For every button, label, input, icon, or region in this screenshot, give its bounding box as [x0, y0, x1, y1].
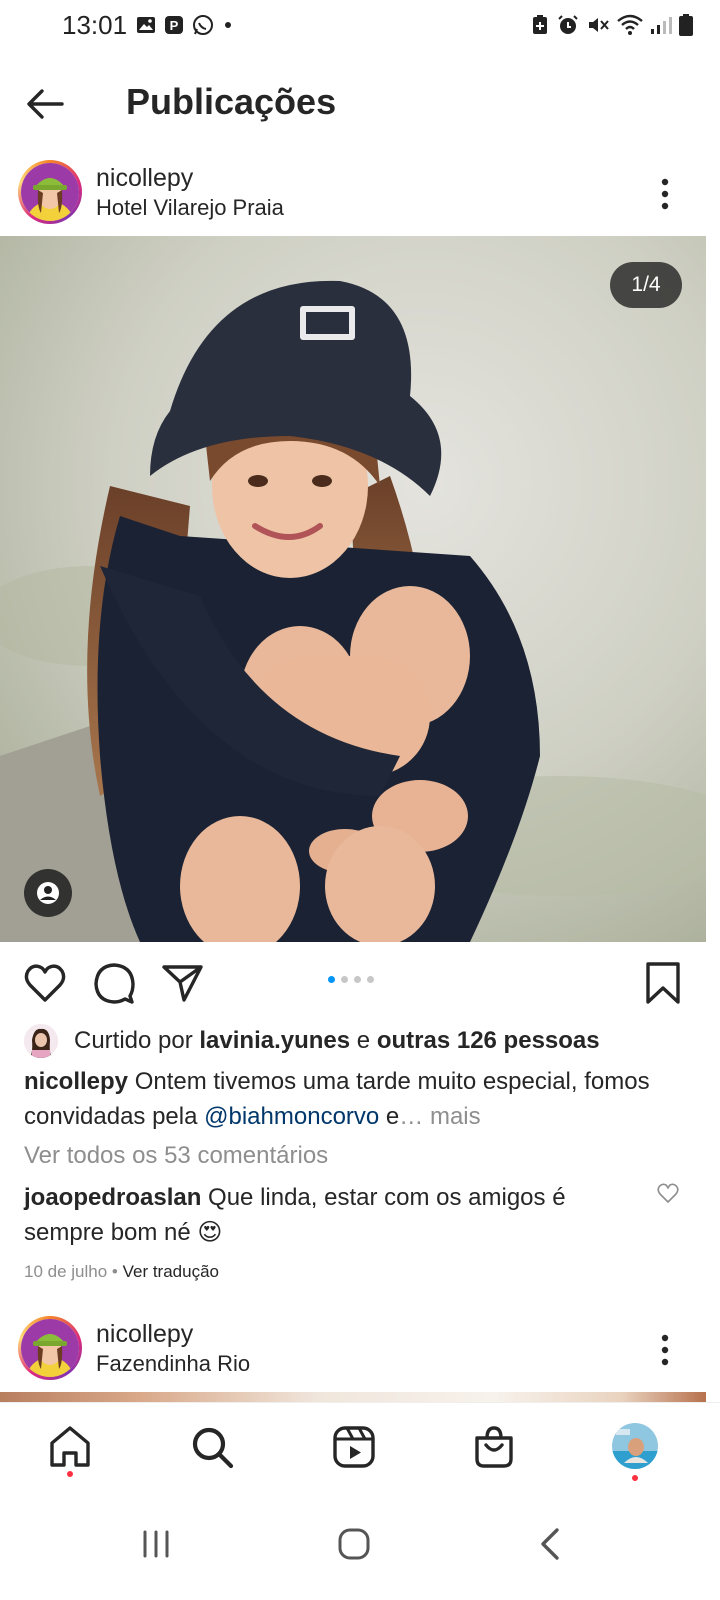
liked-by-user[interactable]: lavinia.yunes — [199, 1027, 350, 1054]
bookmark-icon — [640, 960, 686, 1006]
post-username[interactable]: nicollepy — [96, 164, 193, 193]
status-system-icons — [530, 13, 694, 37]
home-icon — [46, 1423, 94, 1471]
post-meta: 10 de julho • Ver tradução — [24, 1262, 219, 1282]
carousel-dot — [367, 976, 374, 983]
back-chevron-icon — [528, 1520, 576, 1568]
post-avatar[interactable] — [18, 160, 82, 224]
post-options-button[interactable] — [650, 1330, 680, 1370]
carousel-dot — [341, 976, 348, 983]
meta-separator: • — [107, 1262, 123, 1281]
comment-item: joaopedroaslan Que linda, estar com os a… — [24, 1180, 634, 1250]
profile-notification-dot — [632, 1475, 638, 1481]
comment-like-button[interactable] — [656, 1182, 680, 1204]
comment-icon — [92, 960, 138, 1006]
parking-app-icon: P — [164, 15, 184, 35]
like-button[interactable] — [22, 960, 68, 1006]
post-username[interactable]: nicollepy — [96, 1320, 193, 1349]
post-caption: nicollepy Ontem tivemos uma tarde muito … — [24, 1064, 674, 1134]
alarm-icon — [556, 13, 580, 37]
tagged-people-button[interactable] — [24, 869, 72, 917]
view-all-comments-link[interactable]: Ver todos os 53 comentários — [24, 1142, 328, 1170]
search-icon — [188, 1423, 236, 1471]
likes-others[interactable]: outras 126 pessoas — [377, 1027, 600, 1054]
app-bar: Publicações — [0, 62, 720, 146]
likes-join: e — [350, 1027, 377, 1054]
avatar-image — [21, 163, 79, 221]
system-navigation-bar — [0, 1490, 720, 1600]
post-options-button[interactable] — [650, 174, 680, 214]
svg-text:P: P — [170, 18, 179, 33]
nav-search[interactable] — [188, 1423, 236, 1471]
arrow-left-icon — [22, 82, 74, 126]
whatsapp-icon — [192, 14, 214, 36]
caption-tail: e — [379, 1103, 400, 1130]
heart-icon — [656, 1182, 680, 1204]
reels-icon — [330, 1423, 378, 1471]
nav-reels[interactable] — [330, 1423, 378, 1471]
home-circle-icon — [330, 1520, 378, 1568]
caption-username[interactable]: nicollepy — [24, 1068, 128, 1095]
nav-home[interactable] — [46, 1423, 94, 1471]
avatar-image — [21, 1319, 79, 1377]
back-button[interactable] — [22, 82, 74, 126]
share-button[interactable] — [160, 960, 206, 1006]
battery-saver-icon — [530, 14, 550, 36]
post-date: 10 de julho — [24, 1262, 108, 1281]
likes-row[interactable]: Curtido por lavinia.yunes e outras 126 p… — [24, 1022, 600, 1060]
more-vertical-icon — [650, 1330, 680, 1370]
dot-icon — [222, 19, 234, 31]
post-location[interactable]: Hotel Vilarejo Praia — [96, 195, 284, 221]
comment-username[interactable]: joaopedroaslan — [24, 1184, 201, 1211]
nav-shop[interactable] — [470, 1423, 518, 1471]
post-photo[interactable] — [0, 236, 706, 942]
page-title: Publicações — [126, 81, 337, 122]
heart-icon — [22, 960, 68, 1006]
heart-eyes-emoji: 😍 — [197, 1219, 223, 1246]
liker-avatar — [24, 1024, 58, 1058]
status-time: 13:01 — [62, 10, 128, 40]
status-notification-icons: P — [136, 14, 234, 36]
likes-prefix: Curtido por — [74, 1027, 200, 1054]
carousel-dot — [354, 976, 361, 983]
carousel-indicator — [328, 976, 374, 983]
gallery-icon — [136, 15, 156, 35]
battery-icon — [678, 13, 694, 37]
more-vertical-icon — [650, 174, 680, 214]
post-header: nicollepy Fazendinha Rio — [0, 1316, 720, 1396]
user-tag-icon — [24, 869, 72, 917]
home-notification-dot — [67, 1471, 73, 1477]
comment-button[interactable] — [92, 960, 138, 1006]
save-button[interactable] — [640, 960, 686, 1006]
caption-more-link[interactable]: … mais — [399, 1103, 480, 1130]
recents-button[interactable] — [132, 1520, 180, 1568]
share-icon — [160, 960, 206, 1006]
system-back-button[interactable] — [528, 1520, 576, 1568]
carousel-dot-active — [328, 976, 335, 983]
wifi-icon — [616, 13, 644, 37]
mute-icon — [586, 13, 610, 37]
translate-link[interactable]: Ver tradução — [123, 1262, 219, 1281]
post-avatar[interactable] — [18, 1316, 82, 1380]
system-home-button[interactable] — [330, 1520, 378, 1568]
shop-icon — [470, 1423, 518, 1471]
nav-profile-avatar[interactable] — [612, 1423, 658, 1469]
carousel-counter: 1/4 — [610, 262, 682, 308]
post-header: nicollepy Hotel Vilarejo Praia — [0, 160, 720, 240]
status-bar: 13:01 P — [0, 0, 720, 52]
bottom-navigation — [0, 1402, 720, 1491]
post-location[interactable]: Fazendinha Rio — [96, 1351, 250, 1377]
signal-icon — [650, 14, 672, 36]
caption-mention[interactable]: @biahmoncorvo — [204, 1103, 379, 1130]
likes-text: Curtido por lavinia.yunes e outras 126 p… — [74, 1027, 600, 1055]
recents-icon — [132, 1520, 180, 1568]
